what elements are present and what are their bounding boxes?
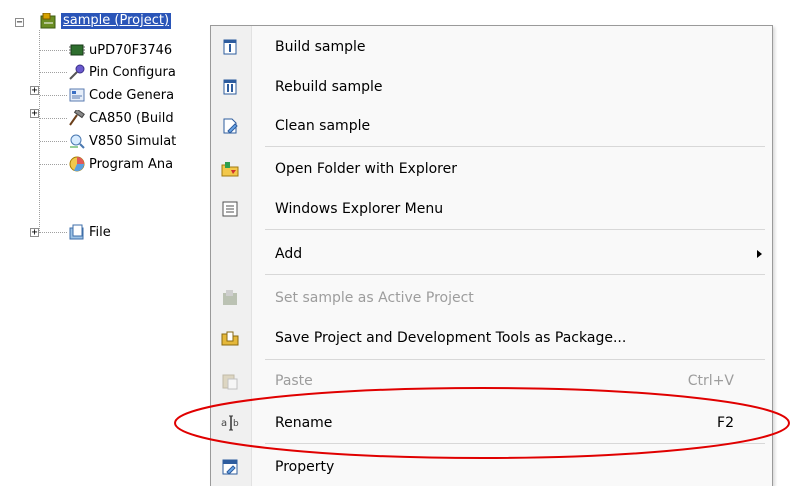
menu-separator xyxy=(265,146,765,147)
program-analyzer-icon xyxy=(69,156,85,172)
menu-item-save-package[interactable]: Save Project and Development Tools as Pa… xyxy=(211,324,772,352)
tree-node-microcontroller[interactable]: uPD70F3746 xyxy=(68,41,172,59)
menu-item-label: Build sample xyxy=(275,39,366,55)
clean-icon xyxy=(223,118,238,134)
tree-node-build-tool[interactable]: CA850 (Build xyxy=(68,109,174,127)
code-generator-icon xyxy=(69,88,85,102)
project-tree: − sample (Project) uPD70F3746 + Pin Conf… xyxy=(0,0,240,486)
menu-item-explorer-menu[interactable]: Windows Explorer Menu xyxy=(211,195,772,223)
tree-node-label: Code Genera xyxy=(89,87,175,103)
simulator-debugger-icon xyxy=(70,134,85,149)
tree-node-pin-configurator[interactable]: Pin Configura xyxy=(68,63,176,81)
menu-item-label: Save Project and Development Tools as Pa… xyxy=(275,330,627,346)
tree-node-file[interactable]: File xyxy=(68,223,111,241)
tree-node-label: CA850 (Build xyxy=(89,110,174,126)
menu-item-label: Property xyxy=(275,459,335,475)
menu-item-build[interactable]: Build sample xyxy=(211,33,772,61)
submenu-arrow-icon xyxy=(757,250,762,258)
menu-separator xyxy=(265,443,765,444)
expand-toggle-file[interactable]: + xyxy=(30,228,39,238)
tree-node-label: V850 Simulat xyxy=(89,133,177,149)
menu-item-label: Rename xyxy=(275,415,333,431)
svg-text:a: a xyxy=(221,418,227,429)
menu-item-rebuild[interactable]: Rebuild sample xyxy=(211,73,772,101)
collapse-toggle-root[interactable]: − xyxy=(15,18,24,28)
expand-toggle-pin-configurator[interactable]: + xyxy=(30,86,39,96)
tree-node-program-analyzer[interactable]: Program Ana xyxy=(68,155,173,173)
build-tool-hammer-icon xyxy=(69,110,85,126)
rename-icon: a b xyxy=(221,415,239,431)
menu-item-label: Windows Explorer Menu xyxy=(275,201,444,217)
rebuild-icon xyxy=(223,79,237,95)
menu-item-open-folder[interactable]: Open Folder with Explorer xyxy=(211,155,772,183)
menu-separator xyxy=(265,274,765,275)
menu-separator xyxy=(265,229,765,230)
open-folder-icon xyxy=(221,162,239,177)
tree-node-project-root[interactable]: sample (Project) xyxy=(40,12,172,30)
file-folder-icon xyxy=(69,224,84,240)
property-icon xyxy=(222,459,238,475)
project-context-menu: Build sample Rebuild sample Clean sample… xyxy=(210,25,773,486)
tree-node-debug-tool[interactable]: V850 Simulat xyxy=(68,132,176,150)
explorer-menu-icon xyxy=(222,201,238,217)
menu-item-add[interactable]: Add xyxy=(211,240,772,268)
build-icon xyxy=(223,39,237,55)
tree-node-code-generator[interactable]: Code Genera xyxy=(68,86,174,104)
menu-item-rename[interactable]: a b Rename F2 xyxy=(211,409,772,437)
menu-item-label: Open Folder with Explorer xyxy=(275,161,457,177)
tree-node-label: uPD70F3746 xyxy=(89,42,173,58)
tree-node-label: File xyxy=(89,224,111,240)
active-project-icon xyxy=(223,290,237,305)
menu-item-label: Paste xyxy=(275,373,313,389)
package-icon xyxy=(221,331,239,346)
svg-text:b: b xyxy=(233,419,239,429)
menu-item-property[interactable]: Property xyxy=(211,453,772,481)
tree-node-label: Program Ana xyxy=(89,156,174,172)
menu-separator xyxy=(265,359,765,360)
project-icon xyxy=(40,13,56,29)
menu-item-set-active-project[interactable]: Set sample as Active Project xyxy=(211,284,772,312)
menu-item-label: Set sample as Active Project xyxy=(275,290,474,306)
tree-node-label: Pin Configura xyxy=(89,64,176,80)
menu-item-shortcut: F2 xyxy=(717,415,734,431)
pin-configurator-icon xyxy=(69,64,85,80)
paste-icon xyxy=(222,374,238,390)
menu-item-label: Add xyxy=(275,246,303,262)
microcontroller-icon xyxy=(69,44,85,56)
menu-item-paste[interactable]: Paste Ctrl+V xyxy=(211,367,772,395)
menu-item-label: Rebuild sample xyxy=(275,79,383,95)
tree-node-label: sample (Project) xyxy=(61,13,172,29)
menu-item-label: Clean sample xyxy=(275,118,371,134)
menu-item-shortcut: Ctrl+V xyxy=(687,373,734,389)
expand-toggle-code-generator[interactable]: + xyxy=(30,109,39,119)
menu-item-clean[interactable]: Clean sample xyxy=(211,112,772,140)
